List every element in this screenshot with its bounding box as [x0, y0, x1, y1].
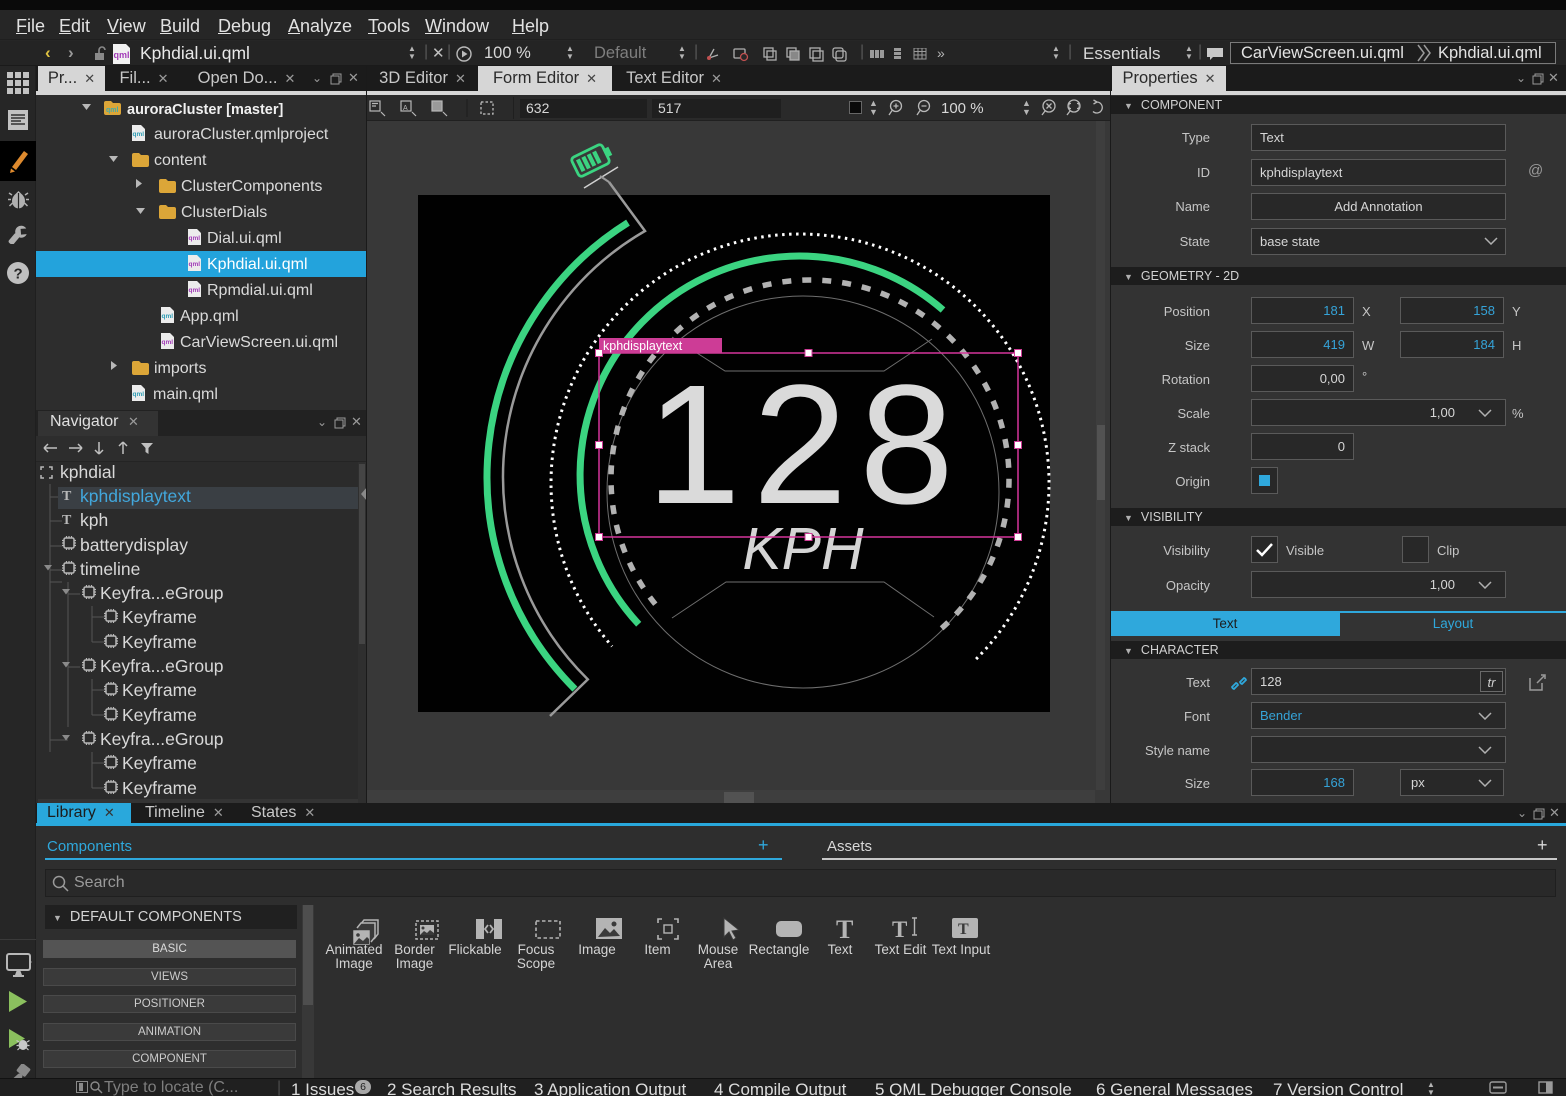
svg-text:kphdial: kphdial: [60, 462, 115, 482]
svg-text:Flickable: Flickable: [448, 942, 501, 957]
svg-text:Kphdial.ui.qml: Kphdial.ui.qml: [207, 256, 308, 273]
svg-text:Keyfra...eGroup: Keyfra...eGroup: [100, 583, 224, 603]
svg-text:Rpmdial.ui.qml: Rpmdial.ui.qml: [207, 282, 313, 299]
svg-text:Animated: Animated: [325, 942, 382, 957]
svg-text:kph: kph: [80, 510, 108, 530]
svg-text:App.qml: App.qml: [180, 308, 239, 325]
svg-text:?: ?: [14, 266, 23, 283]
svg-text:Rectangle: Rectangle: [749, 942, 810, 957]
svg-text:timeline: timeline: [80, 559, 140, 579]
svg-text:Keyframe: Keyframe: [122, 778, 197, 798]
svg-text:Text Edit: Text Edit: [875, 942, 927, 957]
svg-text:Keyframe: Keyframe: [122, 632, 197, 652]
svg-text:auroraCluster.qmlproject: auroraCluster.qmlproject: [154, 126, 329, 143]
svg-text:Text Input: Text Input: [932, 942, 991, 957]
svg-text:CarViewScreen.ui.qml: CarViewScreen.ui.qml: [180, 334, 338, 351]
svg-text:Area: Area: [704, 956, 733, 971]
svg-text:T: T: [836, 915, 853, 944]
svg-text:Text: Text: [828, 942, 853, 957]
svg-text:Image: Image: [396, 956, 434, 971]
svg-text:batterydisplay: batterydisplay: [80, 535, 188, 555]
svg-text:Keyfra...eGroup: Keyfra...eGroup: [100, 729, 224, 749]
svg-text:Border: Border: [394, 942, 435, 957]
svg-text:Keyframe: Keyframe: [122, 680, 197, 700]
svg-text:Item: Item: [644, 942, 670, 957]
svg-text:Dial.ui.qml: Dial.ui.qml: [207, 230, 282, 247]
svg-text:Mouse: Mouse: [698, 942, 739, 957]
svg-text:Focus: Focus: [518, 942, 555, 957]
svg-text:auroraCluster [master]: auroraCluster [master]: [127, 102, 283, 118]
svg-text:Scope: Scope: [517, 956, 555, 971]
svg-text:kphdisplaytext: kphdisplaytext: [80, 486, 191, 506]
svg-text:content: content: [154, 152, 207, 169]
svg-text:ClusterComponents: ClusterComponents: [181, 178, 322, 195]
svg-text:A: A: [403, 105, 408, 112]
svg-text:ClusterDials: ClusterDials: [181, 204, 267, 221]
svg-text:Image: Image: [335, 956, 373, 971]
svg-text:Keyfra...eGroup: Keyfra...eGroup: [100, 656, 224, 676]
svg-text:128: 128: [646, 350, 966, 540]
svg-text:imports: imports: [154, 360, 206, 377]
svg-text:kphdisplaytext: kphdisplaytext: [603, 339, 683, 353]
svg-text:qml: qml: [106, 107, 119, 114]
svg-text:qml: qml: [114, 50, 130, 60]
svg-text:main.qml: main.qml: [153, 386, 218, 403]
svg-text:T: T: [958, 921, 969, 938]
svg-text:T: T: [892, 917, 907, 942]
svg-text:KPH: KPH: [742, 516, 864, 582]
svg-text:Keyframe: Keyframe: [122, 705, 197, 725]
svg-text:Keyframe: Keyframe: [122, 607, 197, 627]
svg-text:Keyframe: Keyframe: [122, 753, 197, 773]
svg-text:Image: Image: [578, 942, 616, 957]
